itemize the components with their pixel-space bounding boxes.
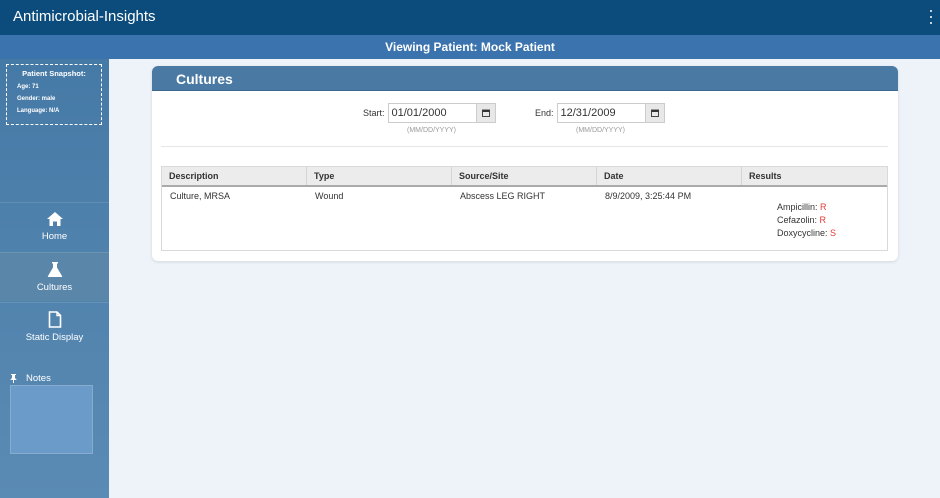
cell-description: Culture, MRSA <box>170 191 231 201</box>
cultures-card: Cultures Start: (MM/DD/YYYY) End: (MM/DD… <box>152 66 898 261</box>
calendar-icon[interactable] <box>644 103 665 123</box>
divider <box>161 146 888 147</box>
column-header-date[interactable]: Date <box>597 167 742 185</box>
sidebar: Patient Snapshot: Age: 71 Gender: male L… <box>0 59 109 498</box>
result-line: Ampicillin: R <box>777 201 887 214</box>
cultures-title: Cultures <box>176 71 233 87</box>
result-line: Cefazolin: R <box>777 214 887 227</box>
snapshot-gender: Gender: male <box>17 96 56 102</box>
column-header-description[interactable]: Description <box>162 167 307 185</box>
end-date-hint: (MM/DD/YYYY) <box>576 127 626 134</box>
snapshot-title: Patient Snapshot: <box>22 69 86 78</box>
cell-results: Ampicillin: R Cefazolin: R Doxycycline: … <box>742 187 887 240</box>
patient-banner: Viewing Patient: Mock Patient <box>0 35 940 59</box>
more-options-icon[interactable] <box>928 10 934 24</box>
home-icon <box>46 212 63 226</box>
column-header-results[interactable]: Results <box>742 167 887 185</box>
nav-home-label: Home <box>41 231 68 242</box>
result-value: R <box>820 202 827 212</box>
end-date-input[interactable] <box>556 103 645 123</box>
table-header: Description Type Source/Site Date Result… <box>162 167 887 187</box>
table-row[interactable]: Culture, MRSA Wound Abscess LEG RIGHT 8/… <box>162 187 887 240</box>
start-date-group: Start: (MM/DD/YYYY) <box>363 103 496 134</box>
cell-date: 8/9/2009, 3:25:44 PM <box>605 191 692 201</box>
cultures-card-header: Cultures <box>152 66 898 91</box>
result-value: R <box>819 215 827 225</box>
pin-icon <box>10 374 17 383</box>
end-date-group: End: (MM/DD/YYYY) <box>535 103 665 134</box>
column-header-type[interactable]: Type <box>307 167 452 185</box>
result-drug: Cefazolin: <box>777 215 818 225</box>
cell-type: Wound <box>315 191 344 201</box>
nav-cultures[interactable]: Cultures <box>0 252 109 301</box>
column-header-source[interactable]: Source/Site <box>452 167 597 185</box>
end-date-label: End: <box>535 108 554 118</box>
nav-home[interactable]: Home <box>0 202 109 251</box>
result-line: Doxycycline: S <box>777 227 887 240</box>
nav-static-display-label: Static Display <box>25 332 84 343</box>
top-bar: Antimicrobial-Insights <box>0 0 940 35</box>
calendar-icon[interactable] <box>475 103 496 123</box>
result-value: S <box>830 228 837 238</box>
start-date-label: Start: <box>363 108 385 118</box>
result-drug: Doxycycline: <box>777 228 828 238</box>
app-title: Antimicrobial-Insights <box>13 8 156 25</box>
nav-cultures-label: Cultures <box>36 282 73 293</box>
nav-static-display[interactable]: Static Display <box>0 302 109 351</box>
snapshot-age: Age: 71 <box>17 84 39 90</box>
patient-snapshot: Patient Snapshot: Age: 71 Gender: male L… <box>6 64 102 125</box>
notes-label: Notes <box>26 373 51 384</box>
notes-textarea[interactable] <box>10 385 93 454</box>
snapshot-language: Language: N/A <box>17 108 60 114</box>
cell-source: Abscess LEG RIGHT <box>460 191 546 201</box>
flask-icon <box>47 262 62 277</box>
start-date-input[interactable] <box>387 103 476 123</box>
result-drug: Ampicillin: <box>777 202 818 212</box>
document-icon <box>48 311 61 328</box>
notes-header: Notes <box>10 373 51 384</box>
cultures-table: Description Type Source/Site Date Result… <box>161 166 888 251</box>
start-date-hint: (MM/DD/YYYY) <box>407 127 457 134</box>
